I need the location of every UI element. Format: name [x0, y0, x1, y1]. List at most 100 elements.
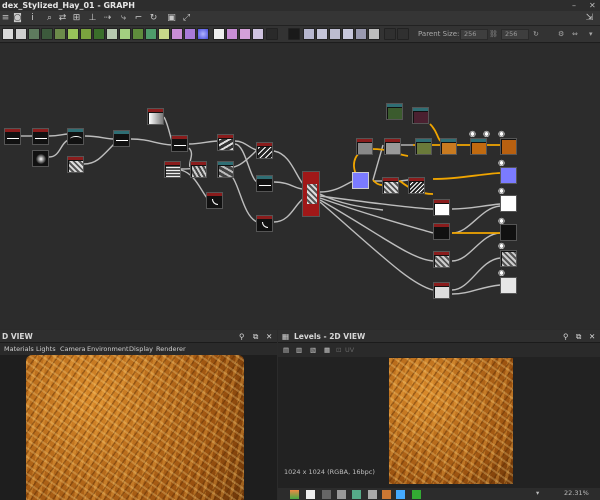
- reset-icon[interactable]: ↻: [148, 13, 159, 24]
- close-icon[interactable]: ✕: [589, 0, 596, 11]
- toolbar-icon-menu[interactable]: ≡: [0, 13, 11, 24]
- graph-node[interactable]: [356, 138, 373, 155]
- menu-renderer[interactable]: Renderer: [156, 344, 186, 354]
- undock-icon[interactable]: ⧉: [253, 330, 258, 343]
- uv-label[interactable]: UV: [345, 345, 354, 355]
- menu-environment[interactable]: Environment: [87, 344, 129, 354]
- close-icon[interactable]: ✕: [266, 330, 272, 343]
- copy-node-icon[interactable]: [368, 28, 380, 40]
- atomic-node-icon[interactable]: [2, 28, 14, 40]
- blend-node-icon[interactable]: [15, 28, 27, 40]
- parent-size-height-select[interactable]: 256: [501, 29, 529, 40]
- graph-node[interactable]: [382, 177, 399, 194]
- mode-icon[interactable]: [368, 490, 377, 499]
- tile-node-icon[interactable]: [41, 28, 53, 40]
- curve-node-icon[interactable]: [132, 28, 144, 40]
- connect-icon[interactable]: ⇄: [57, 13, 68, 24]
- graph-node[interactable]: [386, 103, 403, 120]
- graph-node[interactable]: [256, 215, 273, 232]
- grid-node-icon[interactable]: [329, 28, 341, 40]
- menu-display[interactable]: Display: [129, 344, 153, 354]
- info-icon[interactable]: i: [27, 13, 38, 24]
- graph-node[interactable]: [384, 138, 401, 155]
- svg-node-icon[interactable]: [226, 28, 238, 40]
- frame-icon[interactable]: ⊞: [71, 13, 82, 24]
- graph-node[interactable]: [433, 282, 450, 299]
- pixel-processor-node-icon[interactable]: [184, 28, 196, 40]
- fit-icon[interactable]: ⇔: [572, 26, 578, 43]
- sphere-node-icon[interactable]: [197, 28, 209, 40]
- normal-node-icon[interactable]: [158, 28, 170, 40]
- uniform-node-icon[interactable]: [106, 28, 118, 40]
- menu-camera[interactable]: Camera: [60, 344, 86, 354]
- output-node[interactable]: [500, 138, 517, 155]
- screenshot-icon[interactable]: ▣: [166, 13, 177, 24]
- save-icon[interactable]: [384, 28, 396, 40]
- mask-node-icon[interactable]: [355, 28, 367, 40]
- graph-node[interactable]: [433, 223, 450, 240]
- output-node[interactable]: [500, 250, 517, 267]
- histogram-icon[interactable]: [352, 490, 361, 499]
- transform-node-icon[interactable]: [342, 28, 354, 40]
- output-node[interactable]: [500, 195, 517, 212]
- value-node-icon[interactable]: [288, 28, 300, 40]
- settings-icon[interactable]: ⚙: [558, 26, 564, 43]
- collapse-icon[interactable]: ▾: [589, 26, 593, 43]
- export-icon[interactable]: [397, 28, 409, 40]
- save-icon[interactable]: ▤: [283, 345, 289, 355]
- link-size-icon[interactable]: ⛓: [489, 26, 498, 43]
- pin-icon[interactable]: ⚲: [239, 330, 245, 343]
- tile-icon[interactable]: [337, 490, 346, 499]
- toolbar-expand-icon[interactable]: ⇲: [584, 13, 595, 24]
- channels-icon[interactable]: ▧: [310, 345, 316, 355]
- layers-icon[interactable]: [290, 490, 299, 499]
- search-icon[interactable]: ⌕: [44, 13, 55, 24]
- graph-node[interactable]: [32, 128, 49, 145]
- fit-view-icon[interactable]: ⤢: [181, 13, 192, 24]
- graph-node[interactable]: [470, 138, 487, 155]
- zoom-down-icon[interactable]: ▾: [536, 489, 539, 497]
- export-icon[interactable]: ▥: [296, 345, 302, 355]
- pin-icon[interactable]: ⚲: [563, 330, 569, 343]
- function-node-icon[interactable]: [316, 28, 328, 40]
- graph-node[interactable]: [206, 192, 223, 209]
- graph-node[interactable]: [147, 108, 164, 125]
- hsl-node-icon[interactable]: [145, 28, 157, 40]
- graph-node[interactable]: [67, 128, 84, 145]
- graph-node[interactable]: [32, 150, 49, 167]
- output-node-icon[interactable]: [266, 28, 278, 40]
- parent-size-width-select[interactable]: 256: [460, 29, 488, 40]
- uv-icon[interactable]: ⊡: [336, 345, 341, 355]
- graph-canvas[interactable]: ◉ ◉ ◉ ◉ ◉ ◉ ◉ ◉: [0, 44, 600, 329]
- output-node[interactable]: [500, 277, 517, 294]
- close-icon[interactable]: ✕: [589, 330, 595, 343]
- zoom-level[interactable]: 22.31%: [564, 489, 589, 497]
- graph-node[interactable]: [433, 199, 450, 216]
- graph-node[interactable]: [433, 251, 450, 268]
- output-node[interactable]: [500, 167, 517, 184]
- align-icon[interactable]: ⊥: [87, 13, 98, 24]
- alpha-icon[interactable]: [322, 490, 331, 499]
- output-node[interactable]: [500, 224, 517, 241]
- color-icon[interactable]: [306, 490, 315, 499]
- undock-icon[interactable]: ⧉: [576, 330, 581, 343]
- text-node-icon[interactable]: [213, 28, 225, 40]
- pin-icon[interactable]: ⇢: [102, 13, 113, 24]
- 2d-viewport[interactable]: 1024 x 1024 (RGBA, 16bpc): [278, 357, 600, 488]
- 3d-viewport[interactable]: [0, 355, 277, 500]
- graph-node-selected[interactable]: [352, 172, 369, 189]
- input-node-icon[interactable]: [252, 28, 264, 40]
- graph-node[interactable]: [256, 142, 273, 159]
- color-picker-icon[interactable]: [382, 490, 391, 499]
- graph-node[interactable]: [217, 134, 234, 151]
- gradient-node-icon[interactable]: [67, 28, 79, 40]
- minimize-icon[interactable]: –: [572, 0, 576, 11]
- menu-lights[interactable]: Lights: [36, 344, 56, 354]
- graph-node[interactable]: [113, 130, 130, 147]
- refresh-icon[interactable]: ↻: [533, 26, 539, 43]
- graph-node[interactable]: [4, 128, 21, 145]
- warp-node-icon[interactable]: [54, 28, 66, 40]
- levels-node-icon[interactable]: [119, 28, 131, 40]
- graph-node[interactable]: [256, 175, 273, 192]
- bitmap-node-icon[interactable]: [239, 28, 251, 40]
